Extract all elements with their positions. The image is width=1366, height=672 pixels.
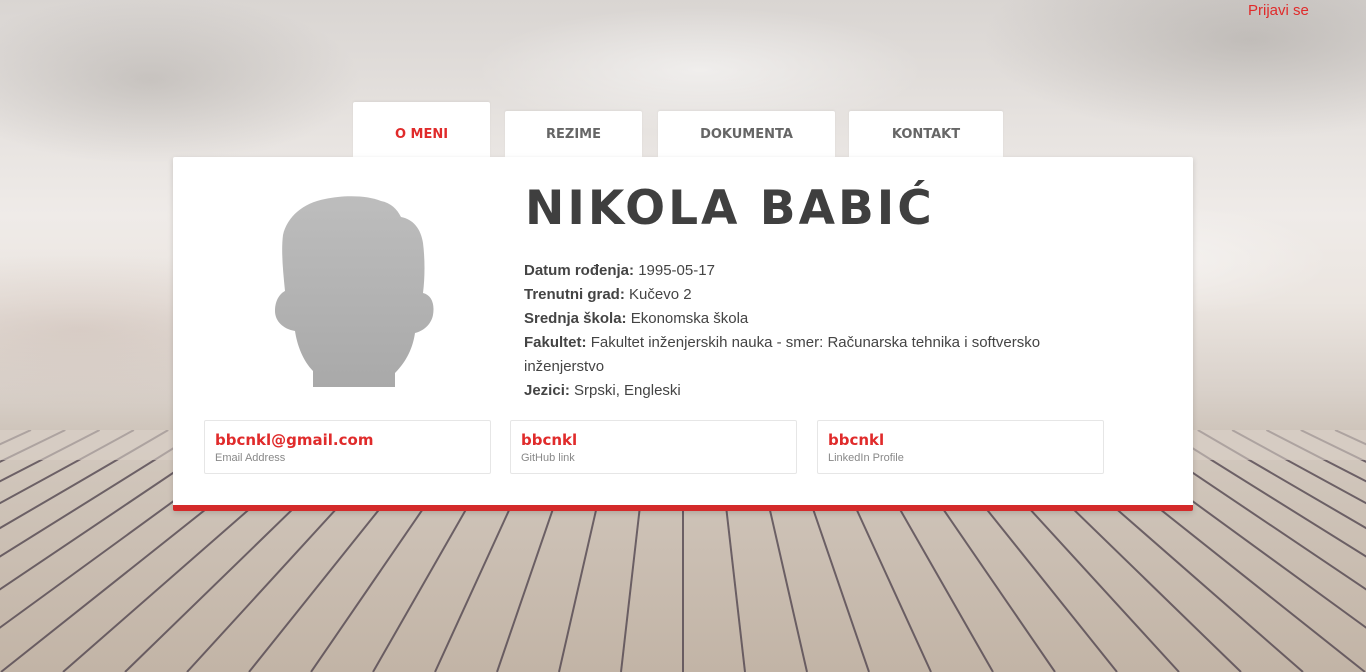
contact-github-value[interactable]: bbcnkl bbox=[521, 431, 577, 449]
info-label: Trenutni grad: bbox=[524, 286, 625, 303]
info-value: Ekonomska škola bbox=[630, 310, 749, 327]
tab-dokumenta[interactable]: DOKUMENTA bbox=[658, 111, 835, 157]
contact-email-value[interactable]: bbcnkl@gmail.com bbox=[215, 431, 373, 449]
contact-github-label: GitHub link bbox=[521, 452, 575, 464]
info-value: 1995-05-17 bbox=[638, 262, 715, 279]
person-silhouette-icon bbox=[273, 195, 435, 389]
info-label: Fakultet: bbox=[524, 334, 587, 351]
contact-github[interactable]: bbcnkl GitHub link bbox=[510, 420, 797, 474]
tab-o-meni[interactable]: O MENI bbox=[353, 102, 490, 157]
contact-linkedin-label: LinkedIn Profile bbox=[828, 452, 904, 464]
login-link[interactable]: Prijavi se bbox=[1248, 2, 1309, 19]
contact-email-label: Email Address bbox=[215, 452, 286, 464]
contact-linkedin[interactable]: bbcnkl LinkedIn Profile bbox=[817, 420, 1104, 474]
info-value: Srpski, Engleski bbox=[574, 382, 681, 399]
info-row-faculty: Fakultet: Fakultet inženjerskih nauka - … bbox=[524, 331, 1084, 379]
tab-rezime[interactable]: REZIME bbox=[505, 111, 642, 157]
info-label: Datum rođenja: bbox=[524, 262, 635, 279]
info-value: Kučevo 2 bbox=[629, 286, 692, 303]
info-row-birthdate: Datum rođenja: 1995-05-17 bbox=[524, 259, 1084, 283]
profile-name: NIKOLA BABIĆ bbox=[525, 181, 935, 236]
info-row-languages: Jezici: Srpski, Engleski bbox=[524, 379, 1084, 403]
profile-card: NIKOLA BABIĆ Datum rođenja: 1995-05-17 T… bbox=[173, 157, 1193, 511]
info-row-city: Trenutni grad: Kučevo 2 bbox=[524, 283, 1084, 307]
info-row-high-school: Srednja škola: Ekonomska škola bbox=[524, 307, 1084, 331]
info-label: Jezici: bbox=[524, 382, 570, 399]
info-label: Srednja škola: bbox=[524, 310, 627, 327]
profile-info: Datum rođenja: 1995-05-17 Trenutni grad:… bbox=[524, 259, 1084, 403]
info-value: Fakultet inženjerskih nauka - smer: Raču… bbox=[524, 334, 1041, 375]
contact-linkedin-value[interactable]: bbcnkl bbox=[828, 431, 884, 449]
tab-kontakt[interactable]: KONTAKT bbox=[849, 111, 1003, 157]
contact-email[interactable]: bbcnkl@gmail.com Email Address bbox=[204, 420, 491, 474]
